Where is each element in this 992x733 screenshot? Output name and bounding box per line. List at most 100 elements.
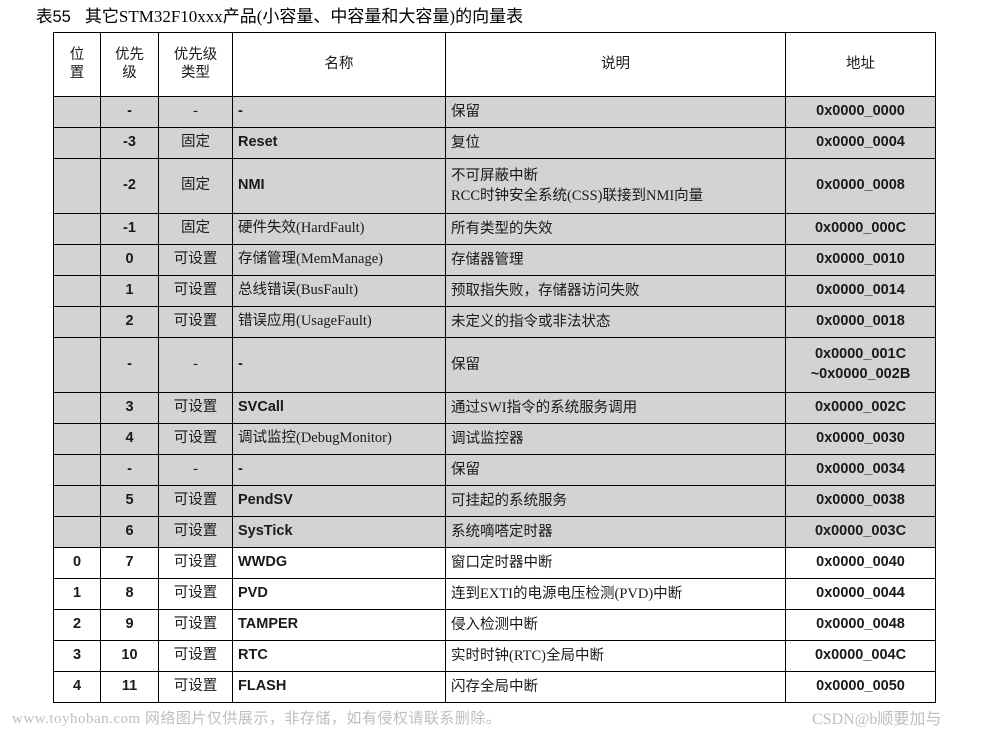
- cell-address: 0x0000_002C: [785, 392, 936, 424]
- description-line: 所有类型的失效: [451, 221, 553, 237]
- cell-address: 0x0000_0030: [785, 423, 936, 455]
- description-line: 调试监控器: [451, 431, 524, 447]
- cell-position: 4: [53, 671, 101, 703]
- cell-position: [53, 392, 101, 424]
- cell-name: PendSV: [232, 485, 446, 517]
- cell-position: 1: [53, 578, 101, 610]
- address-line: 0x0000_0010: [816, 251, 905, 268]
- cell-description: 未定义的指令或非法状态: [445, 306, 786, 338]
- cell-name: 硬件失效(HardFault): [232, 213, 446, 245]
- column-header-address: 地址: [785, 32, 936, 97]
- description-line: 侵入检测中断: [451, 617, 538, 633]
- cell-priority-type: 固定: [158, 213, 233, 245]
- cell-priority: 2: [100, 306, 159, 338]
- description-line: RCC时钟安全系统(CSS)联接到NMI向量: [451, 188, 704, 204]
- cell-address: 0x0000_0040: [785, 547, 936, 579]
- address-line: 0x0000_004C: [814, 647, 907, 664]
- cell-description: 保留: [445, 337, 786, 393]
- address-line: 0x0000_0004: [816, 134, 905, 151]
- address-line: 0x0000_0018: [816, 313, 905, 330]
- table-body: - - - 保留 0x0000_0000 -3 固定 Reset 复位 0x0000_0004 -2…: [53, 96, 936, 703]
- table-row: - - - 保留 0x0000_001C ~0x0000_002B: [53, 337, 936, 393]
- table-caption-text: 其它STM32F10xxx产品(小容量、中容量和大容量)的向量表: [84, 7, 524, 26]
- cell-priority: -2: [100, 158, 159, 214]
- cell-description: 连到EXTI的电源电压检测(PVD)中断: [445, 578, 786, 610]
- address-line: 0x0000_0044: [816, 585, 905, 602]
- cell-priority: 6: [100, 516, 159, 548]
- cell-position: [53, 485, 101, 517]
- description-line: 保留: [451, 357, 480, 373]
- cell-name: RTC: [232, 640, 446, 672]
- address-line: 0x0000_0034: [816, 461, 905, 478]
- cell-priority: 9: [100, 609, 159, 641]
- cell-address: 0x0000_0034: [785, 454, 936, 486]
- cell-position: [53, 213, 101, 245]
- cell-priority-type: 可设置: [158, 485, 233, 517]
- cell-priority: -: [100, 337, 159, 393]
- cell-description: 不可屏蔽中断 RCC时钟安全系统(CSS)联接到NMI向量: [445, 158, 786, 214]
- cell-name: -: [232, 96, 446, 128]
- cell-priority-type: -: [158, 337, 233, 393]
- address-line: 0x0000_0008: [816, 177, 905, 194]
- cell-address: 0x0000_0004: [785, 127, 936, 159]
- cell-name: FLASH: [232, 671, 446, 703]
- cell-address: 0x0000_000C: [785, 213, 936, 245]
- table-caption-number: 表55: [36, 8, 71, 26]
- cell-name: TAMPER: [232, 609, 446, 641]
- table-row: 0 7 可设置 WWDG 窗口定时器中断 0x0000_0040: [53, 547, 936, 579]
- cell-priority: -1: [100, 213, 159, 245]
- table-row: - - - 保留 0x0000_0000: [53, 96, 936, 128]
- table-caption: 表55 其它STM32F10xxx产品(小容量、中容量和大容量)的向量表: [36, 2, 523, 27]
- cell-description: 系统嘀嗒定时器: [445, 516, 786, 548]
- table-row: -3 固定 Reset 复位 0x0000_0004: [53, 127, 936, 159]
- cell-position: [53, 96, 101, 128]
- cell-priority-type: 可设置: [158, 306, 233, 338]
- cell-address: 0x0000_003C: [785, 516, 936, 548]
- cell-position: [53, 306, 101, 338]
- cell-description: 实时时钟(RTC)全局中断: [445, 640, 786, 672]
- description-line: 不可屏蔽中断: [451, 168, 538, 184]
- address-line: 0x0000_002C: [814, 399, 907, 416]
- description-line: 复位: [451, 135, 480, 151]
- cell-priority-type: 可设置: [158, 516, 233, 548]
- table-row: - - - 保留 0x0000_0034: [53, 454, 936, 486]
- cell-priority-type: 可设置: [158, 244, 233, 276]
- table-row: 1 8 可设置 PVD 连到EXTI的电源电压检测(PVD)中断 0x0000_0044: [53, 578, 936, 610]
- address-line: 0x0000_0014: [816, 282, 905, 299]
- cell-description: 侵入检测中断: [445, 609, 786, 641]
- cell-priority: 8: [100, 578, 159, 610]
- cell-priority: -: [100, 454, 159, 486]
- description-line: 通过SWI指令的系统服务调用: [451, 400, 638, 416]
- cell-priority-type: 可设置: [158, 547, 233, 579]
- table-row: 4 可设置 调试监控(DebugMonitor) 调试监控器 0x0000_0030: [53, 423, 936, 455]
- table-row: 5 可设置 PendSV 可挂起的系统服务 0x0000_0038: [53, 485, 936, 517]
- table-row: 4 11 可设置 FLASH 闪存全局中断 0x0000_0050: [53, 671, 936, 703]
- description-line: 可挂起的系统服务: [451, 493, 567, 509]
- cell-position: 2: [53, 609, 101, 641]
- cell-priority-type: 可设置: [158, 640, 233, 672]
- cell-position: [53, 158, 101, 214]
- cell-position: [53, 516, 101, 548]
- cell-priority-type: 固定: [158, 158, 233, 214]
- cell-position: [53, 127, 101, 159]
- address-line: 0x0000_003C: [814, 523, 907, 540]
- address-line: 0x0000_0040: [816, 554, 905, 571]
- table-row: 6 可设置 SysTick 系统嘀嗒定时器 0x0000_003C: [53, 516, 936, 548]
- description-line: 实时时钟(RTC)全局中断: [451, 648, 604, 664]
- cell-position: [53, 275, 101, 307]
- cell-priority: 5: [100, 485, 159, 517]
- cell-priority: 4: [100, 423, 159, 455]
- description-line: 窗口定时器中断: [451, 555, 553, 571]
- cell-name: SVCall: [232, 392, 446, 424]
- cell-name: 错误应用(UsageFault): [232, 306, 446, 338]
- column-header-priority: 优先 级: [100, 32, 159, 97]
- cell-description: 调试监控器: [445, 423, 786, 455]
- cell-priority-type: 可设置: [158, 423, 233, 455]
- cell-address: 0x0000_001C ~0x0000_002B: [785, 337, 936, 393]
- watermark-bottom-right: CSDN@b顺要加与: [812, 711, 942, 728]
- table-row: -1 固定 硬件失效(HardFault) 所有类型的失效 0x0000_000C: [53, 213, 936, 245]
- description-line: 闪存全局中断: [451, 679, 538, 695]
- cell-priority-type: 可设置: [158, 578, 233, 610]
- description-line: 连到EXTI的电源电压检测(PVD)中断: [451, 586, 683, 602]
- cell-address: 0x0000_0010: [785, 244, 936, 276]
